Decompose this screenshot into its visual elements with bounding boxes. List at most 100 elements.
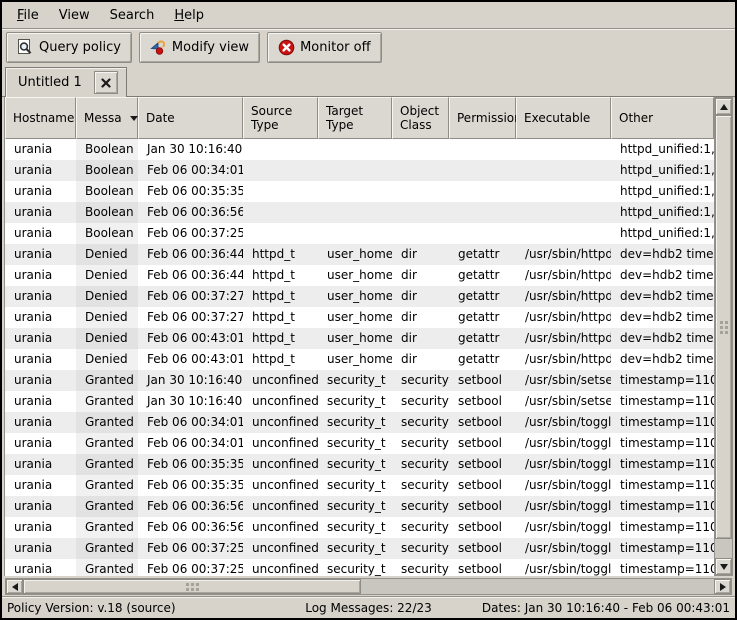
thumb-grip-icon: [720, 321, 723, 324]
cell-message: Boolean: [76, 181, 138, 202]
cell-source_type: httpd_t: [243, 244, 318, 265]
table-row[interactable]: uraniaGrantedFeb 06 00:34:01unconfined_s…: [5, 412, 714, 433]
toolbar: Query policy Modify view Monitor off: [2, 29, 735, 66]
dates-status: Dates: Jan 30 10:16:40 - Feb 06 00:43:01: [432, 601, 730, 615]
table-row[interactable]: uraniaGrantedJan 30 10:16:40unconfined_s…: [5, 370, 714, 391]
table-row[interactable]: uraniaDeniedFeb 06 00:36:44httpd_tuser_h…: [5, 265, 714, 286]
table-row[interactable]: uraniaBooleanFeb 06 00:36:56httpd_unifie…: [5, 202, 714, 223]
monitor-off-button[interactable]: Monitor off: [267, 32, 381, 63]
menu-search[interactable]: Search: [100, 5, 165, 26]
table-row[interactable]: uraniaDeniedFeb 06 00:37:27httpd_tuser_h…: [5, 307, 714, 328]
modify-view-button[interactable]: Modify view: [139, 32, 260, 63]
table-row[interactable]: uraniaDeniedFeb 06 00:37:27httpd_tuser_h…: [5, 286, 714, 307]
cell-target_type: security_t: [318, 433, 392, 454]
cell-source_type: [243, 181, 318, 202]
cell-hostname: urania: [5, 139, 76, 160]
cell-hostname: urania: [5, 433, 76, 454]
cell-other: timestamp=11076: [611, 454, 714, 475]
cell-hostname: urania: [5, 454, 76, 475]
cell-executable: /usr/sbin/toggle: [516, 496, 611, 517]
cell-source_type: unconfined_: [243, 454, 318, 475]
cell-message: Denied: [76, 265, 138, 286]
cell-other: dev=hdb2 timesta: [611, 286, 714, 307]
table-row[interactable]: uraniaBooleanFeb 06 00:34:01httpd_unifie…: [5, 160, 714, 181]
cell-executable: [516, 160, 611, 181]
scroll-left-button[interactable]: [6, 579, 23, 594]
vertical-scrollbar[interactable]: [714, 97, 733, 576]
cell-other: dev=hdb2 timesta: [611, 307, 714, 328]
cell-source_type: unconfined_: [243, 370, 318, 391]
cell-target_type: security_t: [318, 370, 392, 391]
cell-executable: /usr/sbin/toggle: [516, 412, 611, 433]
cell-message: Granted: [76, 412, 138, 433]
cell-hostname: urania: [5, 538, 76, 559]
thumb-grip-icon: [186, 583, 189, 586]
cell-object_class: dir: [392, 307, 449, 328]
scroll-down-button[interactable]: [715, 558, 732, 575]
cell-source_type: httpd_t: [243, 307, 318, 328]
menu-file[interactable]: File: [7, 5, 49, 26]
table-row[interactable]: uraniaGrantedFeb 06 00:36:56unconfined_s…: [5, 496, 714, 517]
cell-object_class: dir: [392, 286, 449, 307]
cell-executable: /usr/sbin/setseb: [516, 391, 611, 412]
column-header-date[interactable]: Date: [138, 97, 243, 139]
cell-hostname: urania: [5, 517, 76, 538]
table-row[interactable]: uraniaGrantedFeb 06 00:36:56unconfined_s…: [5, 517, 714, 538]
table-row[interactable]: uraniaGrantedFeb 06 00:37:25unconfined_s…: [5, 538, 714, 559]
column-header-target_type[interactable]: Target Type: [318, 97, 392, 139]
scroll-right-button[interactable]: [714, 579, 731, 594]
horizontal-scrollbar-thumb[interactable]: [23, 579, 361, 594]
cell-message: Granted: [76, 475, 138, 496]
cell-source_type: httpd_t: [243, 328, 318, 349]
table-row[interactable]: uraniaGrantedFeb 06 00:37:25unconfined_s…: [5, 559, 714, 576]
column-header-permission[interactable]: Permission: [449, 97, 516, 139]
statusbar: Policy Version: v.18 (source) Log Messag…: [2, 596, 735, 618]
cell-other: timestamp=11076: [611, 412, 714, 433]
query-policy-button[interactable]: Query policy: [6, 32, 132, 63]
cell-hostname: urania: [5, 244, 76, 265]
table-row[interactable]: uraniaGrantedFeb 06 00:35:35unconfined_s…: [5, 475, 714, 496]
cell-target_type: security_t: [318, 496, 392, 517]
column-header-message[interactable]: Messa: [76, 97, 138, 139]
tab-untitled-1[interactable]: Untitled 1: [5, 67, 127, 97]
table-row[interactable]: uraniaBooleanJan 30 10:16:40httpd_unifie…: [5, 139, 714, 160]
table-row[interactable]: uraniaDeniedFeb 06 00:43:01httpd_tuser_h…: [5, 328, 714, 349]
cell-target_type: user_home_: [318, 265, 392, 286]
table-row[interactable]: uraniaDeniedFeb 06 00:43:01httpd_tuser_h…: [5, 349, 714, 370]
table-row[interactable]: uraniaGrantedJan 30 10:16:40unconfined_s…: [5, 391, 714, 412]
arrow-left-icon: [12, 583, 18, 591]
cell-date: Feb 06 00:37:27: [138, 307, 243, 328]
table-row[interactable]: uraniaGrantedFeb 06 00:35:35unconfined_s…: [5, 454, 714, 475]
cell-hostname: urania: [5, 223, 76, 244]
vertical-scrollbar-thumb[interactable]: [715, 115, 732, 539]
cell-hostname: urania: [5, 559, 76, 576]
column-header-source_type[interactable]: Source Type: [243, 97, 318, 139]
cell-object_class: dir: [392, 244, 449, 265]
horizontal-scrollbar-trough[interactable]: [23, 579, 714, 594]
menu-help[interactable]: Help: [164, 5, 214, 26]
column-header-object_class[interactable]: Object Class: [392, 97, 449, 139]
column-label: Source Type: [251, 104, 315, 133]
column-header-hostname[interactable]: Hostname: [5, 97, 76, 139]
column-header-executable[interactable]: Executable: [516, 97, 611, 139]
cell-target_type: security_t: [318, 475, 392, 496]
column-label: Permission: [457, 111, 522, 125]
horizontal-scrollbar[interactable]: [5, 578, 732, 595]
cell-source_type: unconfined_: [243, 391, 318, 412]
cell-hostname: urania: [5, 391, 76, 412]
cell-permission: setbool: [449, 370, 516, 391]
vertical-scrollbar-trough[interactable]: [715, 115, 732, 558]
table-row[interactable]: uraniaBooleanFeb 06 00:37:25httpd_unifie…: [5, 223, 714, 244]
cell-object_class: security: [392, 559, 449, 576]
cell-date: Feb 06 00:36:56: [138, 496, 243, 517]
table-row[interactable]: uraniaBooleanFeb 06 00:35:35httpd_unifie…: [5, 181, 714, 202]
menu-view[interactable]: View: [49, 5, 100, 26]
tab-bar: Untitled 1: [2, 66, 735, 96]
cell-hostname: urania: [5, 160, 76, 181]
cell-target_type: security_t: [318, 538, 392, 559]
table-row[interactable]: uraniaGrantedFeb 06 00:34:01unconfined_s…: [5, 433, 714, 454]
table-row[interactable]: uraniaDeniedFeb 06 00:36:44httpd_tuser_h…: [5, 244, 714, 265]
scroll-up-button[interactable]: [715, 98, 732, 115]
column-header-other[interactable]: Other: [611, 97, 714, 139]
tab-close-button[interactable]: [94, 71, 118, 94]
